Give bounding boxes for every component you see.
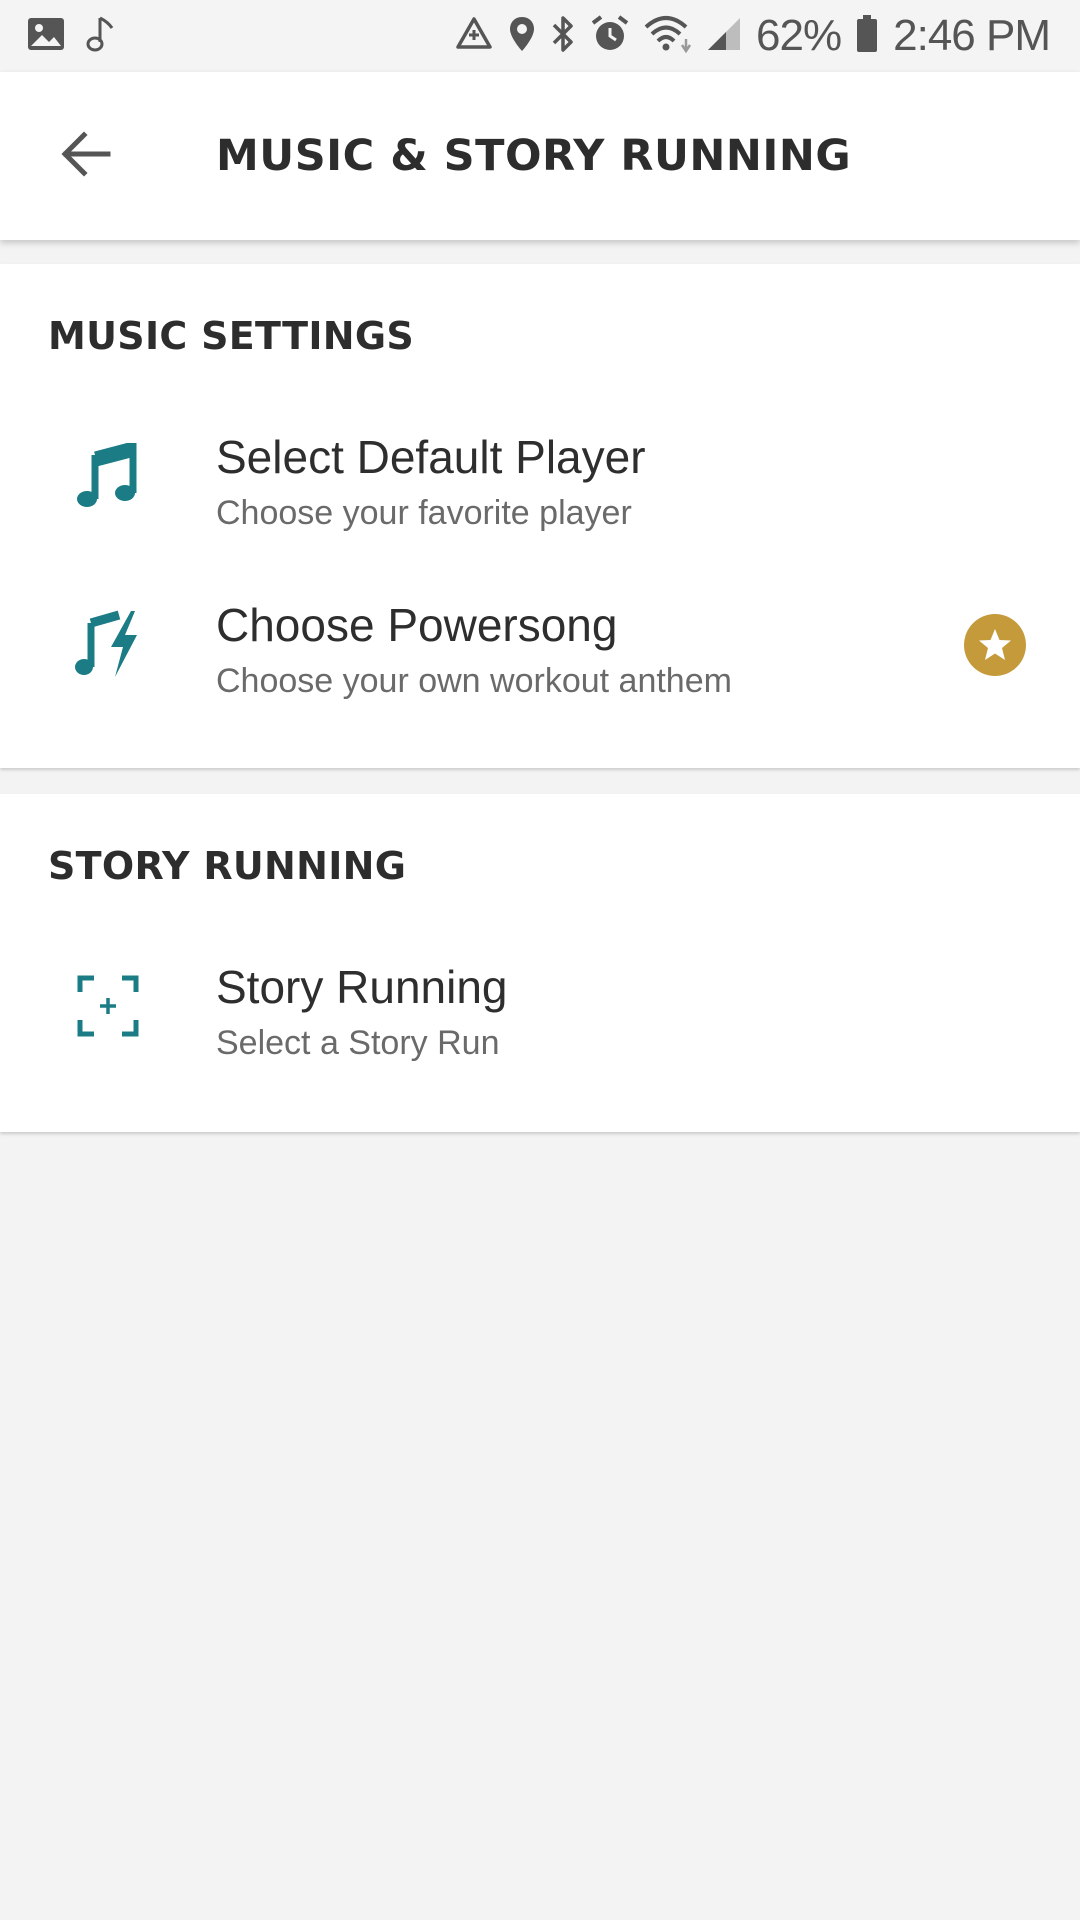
wifi-icon <box>644 15 692 58</box>
story-running-subtitle: Select a Story Run <box>216 1024 500 1062</box>
battery-percent: 62% <box>756 11 842 60</box>
location-pin-icon <box>508 15 536 58</box>
status-bar-right: 62% 2:46 PM <box>440 11 1051 61</box>
status-time: 2:46 PM <box>893 11 1051 60</box>
story-running-title: Story Running <box>216 961 508 1013</box>
choose-powersong-subtitle: Choose your own workout anthem <box>216 662 732 700</box>
story-running-row[interactable]: Story Running Select a Story Run <box>0 932 1080 1082</box>
music-note-icon <box>86 14 116 59</box>
music-settings-card: MUSIC SETTINGS Select Default Player Cho… <box>0 264 1080 768</box>
back-button[interactable] <box>48 118 124 194</box>
status-bar-left <box>26 14 136 59</box>
choose-powersong-title: Choose Powersong <box>216 599 618 651</box>
image-icon <box>26 16 66 57</box>
bluetooth-icon <box>550 14 576 59</box>
select-default-player-title: Select Default Player <box>216 431 646 483</box>
battery-icon <box>855 14 879 59</box>
recycle-icon <box>454 16 494 57</box>
star-badge-icon <box>964 614 1026 676</box>
section-header-music-settings: MUSIC SETTINGS <box>48 314 415 358</box>
story-running-card: STORY RUNNING Story Running Select a Sto… <box>0 794 1080 1132</box>
alarm-icon <box>590 14 630 59</box>
arrow-back-icon <box>60 130 112 183</box>
music-note-icon <box>70 438 146 514</box>
powersong-icon <box>70 606 146 682</box>
app-bar: MUSIC & STORY RUNNING <box>0 72 1080 240</box>
select-default-player-subtitle: Choose your favorite player <box>216 494 632 532</box>
signal-icon <box>706 16 742 57</box>
choose-powersong-row[interactable]: Choose Powersong Choose your own workout… <box>0 570 1080 720</box>
status-bar: 62% 2:46 PM <box>0 0 1080 72</box>
add-frame-icon <box>70 968 146 1044</box>
select-default-player-row[interactable]: Select Default Player Choose your favori… <box>0 402 1080 552</box>
page-title: MUSIC & STORY RUNNING <box>216 131 852 181</box>
section-header-story-running: STORY RUNNING <box>48 844 407 888</box>
